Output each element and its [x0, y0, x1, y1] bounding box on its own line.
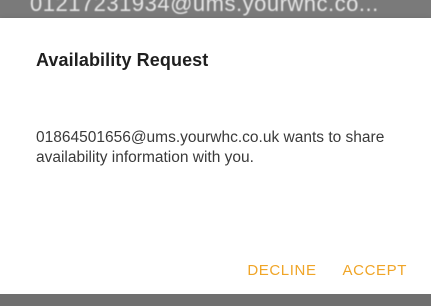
background-list-item: 01217231934@ums.yourwhc.co... [0, 0, 431, 18]
background-list-item-text: 01217231934@ums.yourwhc.co... [30, 0, 379, 16]
dialog-message: 01864501656@ums.yourwhc.co.uk wants to s… [36, 129, 385, 166]
dialog-actions: DECLINE ACCEPT [229, 258, 415, 283]
dialog-title: Availability Request [36, 50, 209, 70]
availability-request-dialog: Availability Request 01864501656@ums.you… [0, 18, 431, 294]
accept-button[interactable]: ACCEPT [335, 258, 415, 283]
screen: 01217231934@ums.yourwhc.co... Availabili… [0, 0, 431, 306]
background-scrim [0, 294, 431, 306]
decline-button[interactable]: DECLINE [239, 258, 324, 283]
